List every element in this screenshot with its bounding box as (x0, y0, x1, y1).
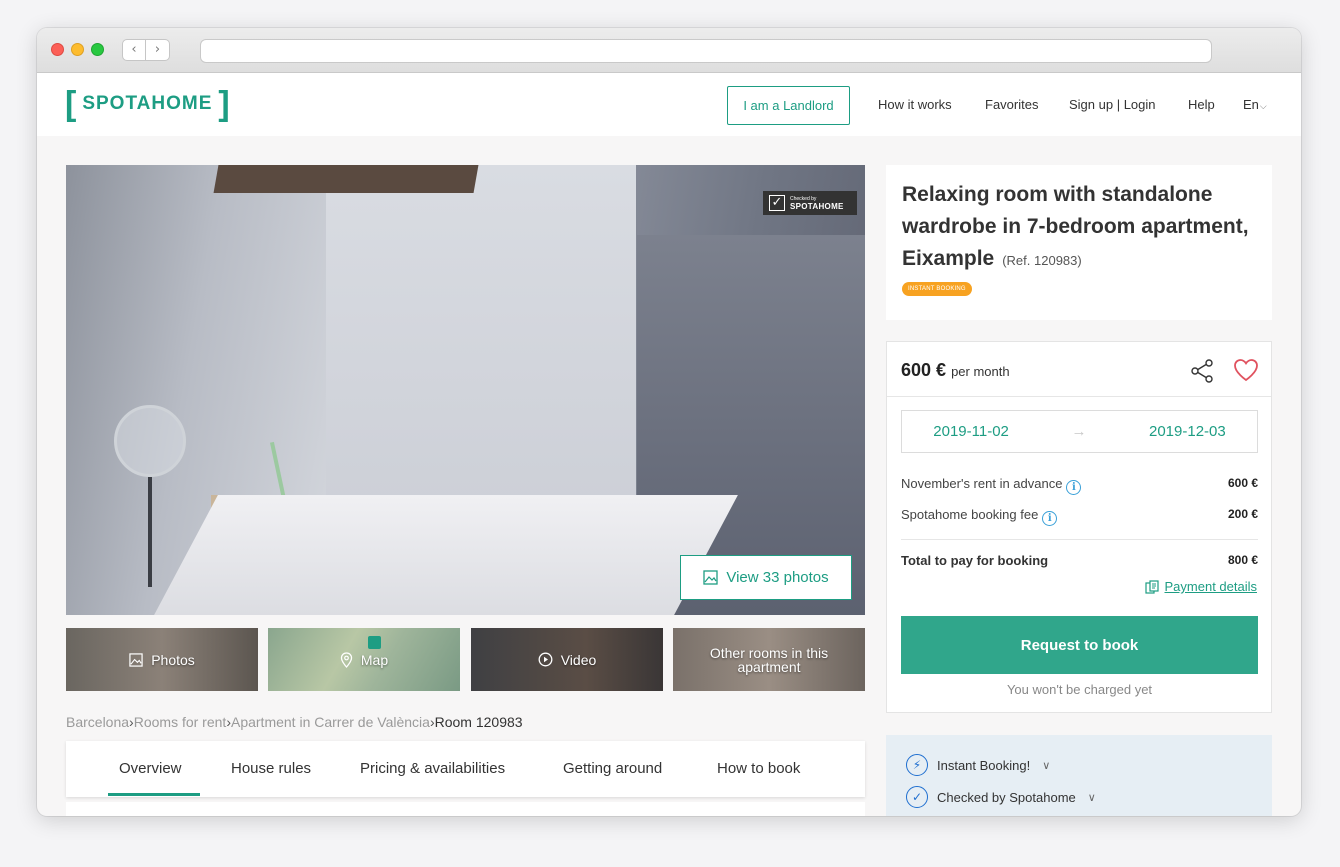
chevron-down-icon: ⌵ (1259, 102, 1267, 112)
section-tabs: Overview House rules Pricing & availabil… (66, 741, 865, 797)
perk-instant-booking-label: Instant Booking! (937, 757, 1031, 773)
nav-help[interactable]: Help (1188, 97, 1215, 112)
booking-fee-label: Spotahome booking fee (901, 507, 1039, 522)
view-photos-button[interactable]: View 33 photos (680, 555, 852, 600)
rent-advance-label: November's rent in advance (901, 476, 1063, 491)
perk-checked[interactable]: ✓ Checked by Spotahome ∨ (906, 786, 1096, 808)
tab-house-rules[interactable]: House rules (231, 760, 311, 777)
lightning-icon: ⚡ (906, 754, 928, 776)
tab-getting-around[interactable]: Getting around (563, 760, 662, 777)
site-header: [ SPOTAHOME ] I am a Landlord How it wor… (37, 73, 1301, 136)
close-window-button[interactable] (51, 43, 64, 56)
booking-fee-amount: 200 € (1227, 507, 1258, 521)
price: 600 € per month (901, 360, 1010, 381)
date-from[interactable]: 2019-11-02 (933, 423, 1009, 440)
heart-icon[interactable] (1233, 358, 1259, 382)
perk-instant-booking[interactable]: ⚡ Instant Booking! ∨ (906, 754, 1050, 776)
listing-title-card: Relaxing room with standalone wardrobe i… (886, 165, 1272, 320)
map-marker-icon (368, 636, 381, 649)
info-icon[interactable]: i (1066, 480, 1082, 495)
image-icon (703, 570, 718, 585)
perks-panel: ⚡ Instant Booking! ∨ ✓ Checked by Spotah… (886, 735, 1272, 816)
image-icon (129, 652, 143, 667)
checked-by-spotahome-badge: ✓ Checked by SPOTAHOME (763, 191, 857, 215)
logo-bracket-left: [ (65, 85, 77, 123)
rent-advance-line: November's rent in advance i 600 € (901, 476, 1258, 495)
total-label: Total to pay for booking (901, 553, 1049, 568)
arrow-right-icon: → (1071, 423, 1087, 440)
breadcrumb: Barcelona›Rooms for rent›Apartment in Ca… (66, 714, 523, 730)
price-period: per month (951, 364, 1010, 379)
tab-pricing[interactable]: Pricing & availabilities (360, 760, 505, 777)
check-circle-icon: ✓ (906, 786, 928, 808)
logo-bracket-right: ] (218, 85, 230, 123)
listing-ref: (Ref. 120983) (1002, 253, 1082, 268)
no-charge-note: You won't be charged yet (1006, 682, 1153, 697)
breadcrumb-barcelona[interactable]: Barcelona (66, 714, 129, 730)
view-photos-label: View 33 photos (726, 569, 829, 586)
thumb-other-rooms[interactable]: Other rooms in this apartment (673, 628, 865, 691)
main-photo[interactable]: ✓ Checked by SPOTAHOME View 33 photos (66, 165, 865, 615)
bills-icon (1144, 579, 1159, 594)
forward-button[interactable]: › (146, 39, 170, 61)
language-selector[interactable]: En⌵ (1243, 97, 1267, 112)
thumb-video[interactable]: Video (471, 628, 663, 691)
share-icon[interactable] (1189, 358, 1215, 384)
info-icon[interactable]: i (1042, 511, 1058, 526)
check-frame-icon: ✓ (769, 195, 785, 211)
browser-toolbar: ‹ › (37, 28, 1301, 73)
address-bar[interactable] (200, 39, 1212, 63)
breadcrumb-apartment[interactable]: Apartment in Carrer de València (231, 714, 430, 730)
payment-details-link[interactable]: Payment details (1144, 579, 1258, 594)
nav-signup-login[interactable]: Sign up | Login (1069, 97, 1156, 112)
back-button[interactable]: ‹ (122, 39, 146, 61)
request-to-book-button[interactable]: Request to book (901, 616, 1258, 674)
booking-card: 600 € per month 2019-11-02 → 2019-12-03 … (886, 341, 1272, 713)
total-amount: 800 € (1227, 553, 1258, 567)
location-pin-icon (340, 651, 353, 668)
minimize-window-button[interactable] (71, 43, 84, 56)
tab-how-to-book[interactable]: How to book (717, 760, 800, 777)
thumb-photos[interactable]: Photos (66, 628, 258, 691)
instant-booking-badge: INSTANT BOOKING (902, 282, 972, 296)
thumb-photos-label: Photos (151, 651, 195, 668)
thumb-map[interactable]: Map (268, 628, 460, 691)
listing-title: Relaxing room with standalone wardrobe i… (902, 179, 1256, 277)
nav-how-it-works[interactable]: How it works (878, 97, 952, 112)
perk-checked-label: Checked by Spotahome (937, 789, 1076, 805)
total-line: Total to pay for booking 800 € (901, 553, 1258, 568)
payment-details-label: Payment details (1164, 579, 1258, 594)
play-icon (538, 652, 553, 667)
rent-advance-amount: 600 € (1227, 476, 1258, 490)
nav-favorites[interactable]: Favorites (985, 97, 1038, 112)
date-range-picker[interactable]: 2019-11-02 → 2019-12-03 (901, 410, 1258, 453)
active-tab-indicator (108, 793, 200, 796)
breadcrumb-current: Room 120983 (434, 714, 523, 730)
badge-brand-text: SPOTAHOME (790, 201, 844, 211)
browser-window: ‹ › [ SPOTAHOME ] I am a Landlord How it… (37, 28, 1301, 816)
thumb-video-label: Video (560, 651, 597, 668)
thumb-map-label: Map (360, 651, 389, 668)
chevron-down-icon: ∨ (1042, 758, 1051, 772)
date-to[interactable]: 2019-12-03 (1149, 423, 1226, 440)
breadcrumb-rooms-for-rent[interactable]: Rooms for rent (134, 714, 227, 730)
chevron-down-icon: ∨ (1087, 790, 1096, 804)
language-label: En (1243, 97, 1259, 112)
spotahome-logo[interactable]: [ SPOTAHOME ] (65, 87, 230, 121)
maximize-window-button[interactable] (91, 43, 104, 56)
thumb-other-rooms-label: Other rooms in this apartment (709, 644, 829, 675)
price-amount: 600 € (901, 360, 947, 380)
logo-text: SPOTAHOME (82, 93, 213, 114)
landlord-button[interactable]: I am a Landlord (727, 86, 850, 125)
booking-fee-line: Spotahome booking fee i 200 € (901, 507, 1258, 526)
tab-overview[interactable]: Overview (119, 760, 182, 777)
